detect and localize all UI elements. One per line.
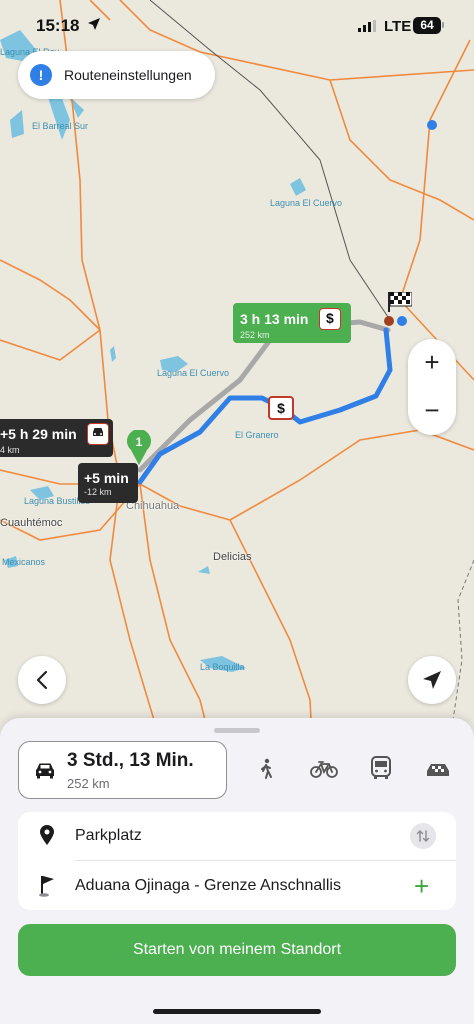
route-points-card: Parkplatz Aduana Ojinaga - Grenze Anschn…	[18, 812, 456, 910]
sheet-grabber[interactable]	[214, 728, 260, 733]
location-arrow-icon	[88, 18, 100, 30]
map-label-el-barreal-sur: El Barreal Sur	[32, 121, 89, 131]
map-label-el-granero: El Granero	[235, 430, 279, 440]
start-marker-number: 1	[135, 435, 143, 449]
taxi-icon	[427, 764, 449, 776]
destination-row[interactable]: Aduana Ojinaga - Grenze Anschnallis +	[18, 862, 456, 910]
bus-icon	[371, 756, 391, 779]
back-button[interactable]	[18, 656, 66, 704]
route-settings-button[interactable]: ! Routeneinstellungen	[18, 51, 215, 99]
destination-label: Aduana Ojinaga - Grenze Anschnallis	[75, 877, 341, 894]
mode-taxi-button[interactable]	[424, 760, 452, 783]
location-pin-icon	[40, 825, 54, 845]
main-route-toll-tag: $	[318, 308, 341, 330]
mode-bus-button[interactable]	[370, 756, 392, 785]
main-route-distance: 252 km	[240, 330, 270, 340]
my-location-button[interactable]	[408, 656, 456, 704]
origin-row[interactable]: Parkplatz	[18, 812, 456, 860]
bike-icon	[310, 761, 338, 778]
battery-level: 64	[413, 17, 441, 34]
car-distance: 252 km	[67, 776, 110, 791]
battery-tip	[442, 22, 444, 28]
mode-walk-button[interactable]	[258, 758, 274, 785]
route-settings-label: Routeneinstellungen	[64, 67, 192, 83]
alt-route-1-distance: 4 km	[0, 445, 20, 455]
mode-bike-button[interactable]	[310, 760, 338, 783]
alt-route-2-distance: -12 km	[84, 487, 112, 497]
signal-icon	[358, 20, 376, 32]
start-navigation-button[interactable]: Starten von meinem Standort	[18, 924, 456, 976]
status-bar: 15:18 LTE 64	[0, 0, 474, 52]
route-sheet: 3 Std., 13 Min. 252 km Parkplatz Aduana …	[0, 718, 474, 1024]
map-view[interactable]: Laguna El Rey El Barreal Sur Laguna El C…	[0, 0, 474, 740]
city-label-cuauhtemoc: Cuauhtémoc	[0, 517, 63, 529]
toll-sign: $	[268, 396, 294, 420]
destination-flag-icon	[388, 291, 413, 317]
map-label-laguna-el-cuervo-north: Laguna El Cuervo	[270, 198, 343, 208]
swap-button[interactable]	[410, 823, 436, 849]
map-canvas	[0, 0, 474, 740]
car-icon	[36, 763, 54, 779]
flag-icon	[39, 876, 54, 897]
car-icon	[87, 423, 110, 445]
add-waypoint-button[interactable]: +	[414, 873, 429, 899]
mode-car-button[interactable]: 3 Std., 13 Min. 252 km	[18, 741, 227, 799]
chevron-left-icon	[36, 670, 48, 690]
main-route-time: 3 h 13 min	[240, 311, 309, 327]
zoom-controls: + −	[408, 339, 456, 435]
map-label-la-boquilla: La Boquilla	[200, 662, 245, 672]
zoom-out-button[interactable]: −	[408, 387, 456, 435]
map-label-laguna-el-cuervo-south: Laguna El Cuervo	[157, 368, 230, 378]
map-label-mexicanos: Mexicanos	[2, 557, 46, 567]
origin-label: Parkplatz	[75, 827, 142, 844]
navigation-arrow-icon	[423, 671, 441, 689]
status-time: 15:18	[36, 16, 80, 35]
alt-route-2-time: +5 min	[84, 469, 129, 486]
city-label-delicias: Delicias	[213, 551, 252, 563]
alt-route-1-time: +5 h 29 min	[0, 426, 77, 442]
zoom-in-button[interactable]: +	[408, 339, 456, 387]
walk-icon	[261, 758, 272, 779]
main-route-bubble[interactable]: 3 h 13 min $ 252 km	[233, 303, 351, 343]
car-duration: 3 Std., 13 Min.	[67, 750, 194, 771]
alt-route-bubble-1[interactable]: +5 h 29 min 4 km	[0, 419, 113, 457]
row-divider	[75, 860, 456, 861]
network-type: LTE	[384, 18, 412, 35]
alt-route-bubble-2[interactable]: +5 min -12 km	[78, 463, 138, 503]
home-indicator	[153, 1009, 321, 1014]
swap-arrows-icon	[416, 829, 430, 843]
info-icon: !	[30, 64, 52, 86]
